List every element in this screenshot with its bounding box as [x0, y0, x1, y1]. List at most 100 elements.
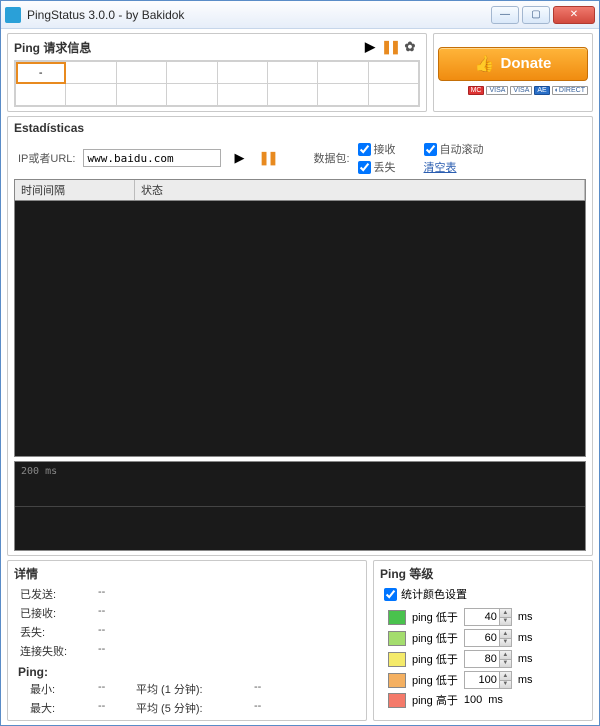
spin-up-icon[interactable]: ▲: [499, 651, 511, 660]
ping-request-panel: Ping 请求信息 ▶ ❚❚ ✿ -: [7, 33, 427, 112]
ping-request-title: Ping 请求信息: [14, 39, 91, 56]
spin-down-icon[interactable]: ▼: [499, 660, 511, 668]
url-label: IP或者URL:: [18, 150, 75, 166]
level-text: ping 低于: [412, 651, 458, 667]
gear-icon[interactable]: ✿: [400, 38, 420, 56]
details-grid: 已发送:-- 已接收:-- 丢失:-- 连接失败:--: [14, 586, 360, 659]
levels-title: Ping 等级: [380, 565, 586, 582]
app-icon: [5, 7, 21, 23]
grid-cell[interactable]: [16, 84, 66, 106]
color-swatch: [388, 610, 406, 625]
pause-icon[interactable]: ❚❚: [257, 149, 277, 167]
avg1-label: 平均 (1 分钟):: [136, 681, 246, 697]
stats-panel: Estadísticas IP或者URL: ▶ ❚❚ 数据包: 接收 丢失 自动…: [7, 116, 593, 556]
grid-cell-selected[interactable]: -: [16, 62, 66, 84]
spin-down-icon[interactable]: ▼: [499, 618, 511, 626]
graph-label: 200 ms: [21, 466, 57, 477]
spin-down-icon[interactable]: ▼: [499, 681, 511, 689]
color-swatch: [388, 652, 406, 667]
grid-cell[interactable]: [267, 84, 317, 106]
grid-cell[interactable]: [167, 84, 217, 106]
levels-list: ping 低于40▲▼msping 低于60▲▼msping 低于80▲▼msp…: [380, 608, 586, 708]
right-checks: 自动滚动 清空表: [424, 141, 484, 175]
sent-label: 已发送:: [20, 586, 90, 602]
spin-up-icon[interactable]: ▲: [499, 630, 511, 639]
level-unit: ms: [488, 694, 503, 706]
grid-cell[interactable]: [368, 62, 418, 84]
level-text: ping 低于: [412, 630, 458, 646]
recv-label: 已接收:: [20, 605, 90, 621]
level-row: ping 高于 100 ms: [380, 692, 586, 708]
level-unit: ms: [518, 674, 533, 686]
ping-section-label: Ping:: [18, 665, 360, 679]
level-value-input[interactable]: 100▲▼: [464, 671, 512, 689]
top-section: Ping 请求信息 ▶ ❚❚ ✿ - 👍 Donate: [7, 33, 593, 112]
fail-label: 连接失败:: [20, 643, 90, 659]
url-row: IP或者URL: ▶ ❚❚ 数据包: 接收 丢失 自动滚动 清空表: [18, 141, 586, 175]
donate-button[interactable]: 👍 Donate: [438, 47, 588, 81]
window-title: PingStatus 3.0.0 - by Bakidok: [27, 8, 491, 22]
grid-cell[interactable]: [217, 62, 267, 84]
level-text: ping 低于: [412, 609, 458, 625]
grid-cell[interactable]: [116, 84, 166, 106]
autoscroll-checkbox[interactable]: 自动滚动: [424, 141, 484, 157]
level-text: ping 高于: [412, 692, 458, 708]
min-label: 最小:: [20, 681, 90, 697]
level-value-input[interactable]: 60▲▼: [464, 629, 512, 647]
log-table-body[interactable]: [15, 201, 585, 456]
packets-label: 数据包:: [313, 150, 349, 166]
grid-cell[interactable]: [66, 62, 116, 84]
grid-cell[interactable]: [116, 62, 166, 84]
level-value-input[interactable]: 40▲▼: [464, 608, 512, 626]
grid-cell[interactable]: [267, 62, 317, 84]
play-icon[interactable]: ▶: [360, 38, 380, 56]
spin-up-icon[interactable]: ▲: [499, 672, 511, 681]
url-input[interactable]: [83, 149, 221, 167]
lost-checkbox[interactable]: 丢失: [358, 159, 396, 175]
level-text: ping 低于: [412, 672, 458, 688]
close-button[interactable]: ✕: [553, 6, 595, 24]
pause-icon[interactable]: ❚❚: [380, 38, 400, 56]
ping-request-header: Ping 请求信息 ▶ ❚❚ ✿: [14, 38, 420, 56]
level-value: 100: [464, 694, 482, 706]
grid-cell[interactable]: [368, 84, 418, 106]
ping-graph: 200 ms: [14, 461, 586, 551]
level-row: ping 低于80▲▼ms: [380, 650, 586, 668]
grid-cell[interactable]: [217, 84, 267, 106]
level-unit: ms: [518, 632, 533, 644]
minimize-button[interactable]: —: [491, 6, 519, 24]
details-panel: 详情 已发送: -- 已接收: -- 丢失: -- 连接失败: -- Ping: 最小:…: [7, 560, 367, 721]
lost-label: 丢失:: [20, 624, 90, 640]
color-stats-checkbox[interactable]: 统计颜色设置: [384, 586, 586, 602]
app-window: PingStatus 3.0.0 - by Bakidok — ▢ ✕ Ping…: [0, 0, 600, 726]
spin-up-icon[interactable]: ▲: [499, 609, 511, 618]
sent-value: --: [98, 586, 128, 602]
visa-icon: VISA: [510, 86, 532, 95]
mastercard-icon: MC: [468, 86, 485, 95]
window-buttons: — ▢ ✕: [491, 6, 595, 24]
recv-checkbox[interactable]: 接收: [358, 141, 396, 157]
max-value: --: [98, 700, 128, 716]
details-title: 详情: [14, 565, 360, 582]
grid-cell[interactable]: [66, 84, 116, 106]
clear-table-link[interactable]: 清空表: [424, 159, 484, 175]
client-area: Ping 请求信息 ▶ ❚❚ ✿ - 👍 Donate: [1, 29, 599, 725]
level-unit: ms: [518, 611, 533, 623]
grid-cell[interactable]: [318, 62, 368, 84]
bottom-row: 详情 已发送: -- 已接收: -- 丢失: -- 连接失败: -- Ping: 最小:…: [7, 560, 593, 721]
request-grid: -: [14, 60, 420, 107]
spin-down-icon[interactable]: ▼: [499, 639, 511, 647]
avg5-value: --: [254, 700, 284, 716]
donate-label: Donate: [501, 55, 552, 72]
level-value-input[interactable]: 80▲▼: [464, 650, 512, 668]
col-time[interactable]: 时间间隔: [15, 180, 135, 200]
max-label: 最大:: [20, 700, 90, 716]
maximize-button[interactable]: ▢: [522, 6, 550, 24]
fail-value: --: [98, 643, 128, 659]
play-icon[interactable]: ▶: [229, 149, 249, 167]
col-status[interactable]: 状态: [135, 180, 585, 200]
grid-cell[interactable]: [167, 62, 217, 84]
level-row: ping 低于 40▲▼ ms: [380, 608, 586, 626]
grid-cell[interactable]: [318, 84, 368, 106]
thumbs-up-icon: 👍: [475, 54, 495, 74]
